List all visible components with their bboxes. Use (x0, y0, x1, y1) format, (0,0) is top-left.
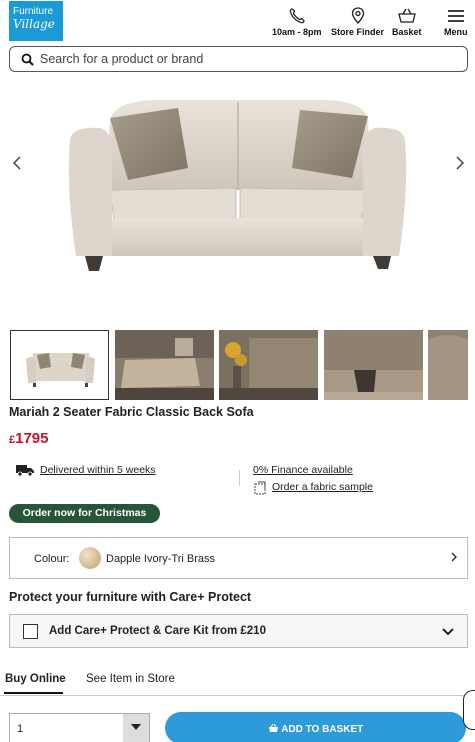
basket-icon (268, 723, 278, 732)
gallery-thumbnail-2[interactable] (115, 330, 214, 400)
product-price: £1795 (9, 430, 49, 447)
brand-logo[interactable]: Furniture Village (9, 1, 63, 41)
nav-label: Basket (392, 27, 422, 37)
active-tab-indicator (4, 692, 63, 694)
add-to-basket-label: ADD TO BASKET (281, 724, 364, 735)
logo-line-1: Furniture (13, 6, 54, 17)
finance-link[interactable]: 0% Finance available (253, 464, 353, 476)
quantity-select[interactable]: 1 (9, 713, 150, 742)
basket-icon (397, 8, 416, 23)
nav-store-finder[interactable]: Store Finder (331, 6, 384, 37)
side-feedback-tab[interactable] (463, 690, 475, 730)
fabric-sample-icon (254, 481, 266, 495)
gallery-thumbnail-5[interactable] (428, 330, 468, 400)
chevron-left-icon (12, 156, 21, 170)
quantity-value: 1 (17, 723, 24, 735)
product-title: Mariah 2 Seater Fabric Classic Back Sofa (9, 405, 254, 419)
caret-down-icon (131, 724, 141, 730)
tabs-divider (0, 695, 475, 696)
care-protect-option[interactable]: Add Care+ Protect & Care Kit from £210 (9, 614, 468, 648)
colour-value: Dapple Ivory-Tri Brass (106, 553, 216, 565)
fabric-sample-link[interactable]: Order a fabric sample (272, 481, 373, 493)
thumbnail-image (428, 330, 468, 400)
colour-label: Colour: (34, 553, 70, 565)
delivery-truck-icon (16, 465, 34, 477)
divider (239, 470, 240, 486)
nav-label: Store Finder (331, 27, 385, 37)
colour-swatch (79, 547, 101, 569)
chevron-right-icon (456, 156, 465, 170)
site-header: Furniture Village 10am - 8pm Store Finde… (0, 0, 475, 44)
care-protect-label: Add Care+ Protect & Care Kit from £210 (49, 625, 266, 637)
nav-label: Menu (444, 27, 468, 37)
add-to-basket-button[interactable]: ADD TO BASKET (165, 712, 466, 742)
sofa-image (68, 100, 407, 271)
price-value: 1795 (15, 430, 49, 447)
phone-icon (289, 8, 305, 24)
colour-selector[interactable]: Colour: Dapple Ivory-Tri Brass (9, 537, 468, 579)
nav-label: 10am - 8pm (272, 27, 322, 37)
logo-line-2: Village (13, 17, 55, 31)
thumbnail-image (11, 331, 108, 399)
delivery-link[interactable]: Delivered within 5 weeks (40, 464, 156, 476)
search-icon (21, 53, 34, 66)
search-input[interactable] (40, 50, 440, 68)
search-bar[interactable] (9, 46, 468, 72)
nav-menu[interactable]: Menu (444, 6, 468, 37)
thumbnail-image (115, 330, 214, 400)
gallery-thumbnail-3[interactable] (219, 330, 318, 400)
thumbnail-image (324, 330, 423, 400)
tab-see-in-store[interactable]: See Item in Store (86, 673, 175, 685)
gallery-thumbnail-4[interactable] (324, 330, 423, 400)
product-main-image[interactable] (0, 80, 475, 325)
quantity-dropdown-button[interactable] (123, 714, 149, 742)
gallery-thumbnail-1[interactable] (10, 330, 109, 400)
thumbnail-image (219, 330, 318, 400)
chevron-down-icon (442, 628, 454, 636)
tab-buy-online[interactable]: Buy Online (5, 673, 66, 685)
location-pin-icon (351, 7, 364, 24)
chevron-right-icon (451, 552, 457, 562)
gallery-next-button[interactable] (450, 156, 470, 175)
hamburger-menu-icon (447, 10, 464, 22)
nav-basket[interactable]: Basket (392, 6, 422, 37)
christmas-badge: Order now for Christmas (9, 504, 160, 523)
gallery-prev-button[interactable] (7, 156, 27, 175)
nav-opening-hours[interactable]: 10am - 8pm (272, 6, 322, 37)
care-protect-heading: Protect your furniture with Care+ Protec… (9, 590, 252, 604)
care-protect-checkbox[interactable] (23, 624, 38, 639)
